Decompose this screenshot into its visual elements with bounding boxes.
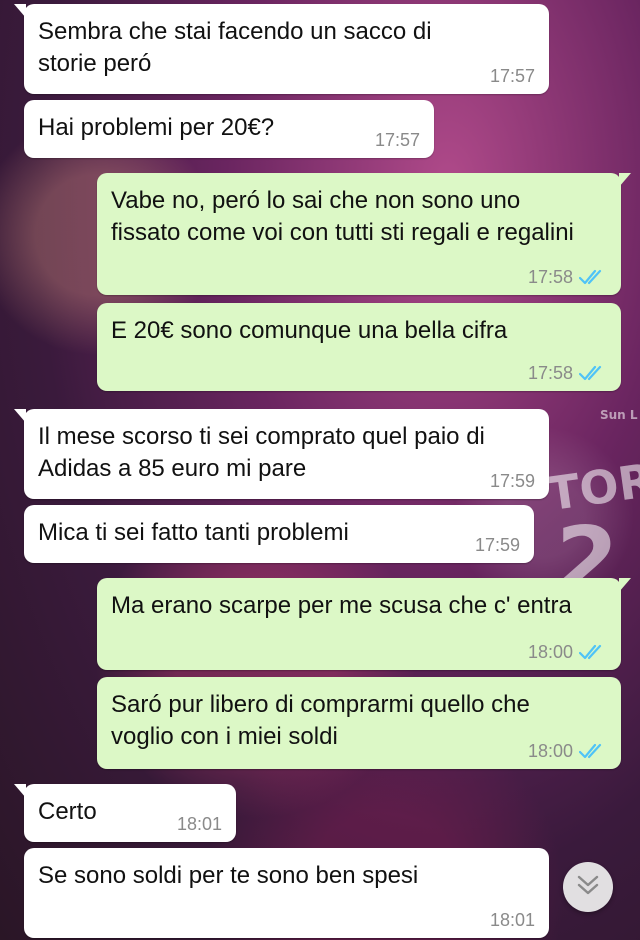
message-meta: 18:01 [177,814,222,834]
incoming-message[interactable]: Se sono soldi per te sono ben spesi 18:0… [24,848,549,938]
message-time: 17:59 [489,471,535,491]
incoming-message[interactable]: Hai problemi per 20€? 17:57 [24,100,434,158]
incoming-message[interactable]: Certo 18:01 [14,784,236,842]
incoming-message[interactable]: Il mese scorso ti sei comprato quel paio… [14,409,549,499]
message-text: Mica ti sei fatto tanti problemi [38,519,349,546]
outgoing-message[interactable]: Ma erano scarpe per me scusa che c' entr… [97,578,631,670]
message-text: Il mese scorso ti sei comprato quel paio… [38,423,485,482]
outgoing-message[interactable]: E 20€ sono comunque una bella cifra 17:5… [97,303,621,391]
message-time: 17:58 [527,267,573,287]
message-time: 18:00 [527,642,573,662]
outgoing-message[interactable]: Vabe no, peró lo sai che non sono uno fi… [97,173,631,295]
message-time: 17:58 [527,363,573,383]
message-meta: 18:00 [528,741,607,761]
message-meta: 17:59 [490,471,535,491]
message-text: Vabe no, peró lo sai che non sono uno fi… [111,187,574,246]
message-time: 17:59 [474,535,520,555]
message-meta: 18:00 [528,642,607,662]
message-meta: 17:57 [375,130,420,150]
double-chevron-down-icon [575,874,601,901]
message-time: 17:57 [489,66,535,86]
message-time: 18:01 [489,910,535,930]
message-time: 18:01 [176,814,222,834]
message-time: 18:00 [527,741,573,761]
incoming-message[interactable]: Mica ti sei fatto tanti problemi 17:59 [24,505,534,563]
message-meta: 17:58 [528,267,607,287]
read-receipt-icon [579,643,607,661]
message-text: E 20€ sono comunque una bella cifra [111,317,508,344]
scroll-to-bottom-button[interactable] [563,862,613,912]
message-text: Ma erano scarpe per me scusa che c' entr… [111,592,572,619]
message-text: Se sono soldi per te sono ben spesi [38,862,419,889]
message-text: Sembra che stai facendo un sacco di stor… [38,18,432,77]
read-receipt-icon [579,268,607,286]
wallpaper-text-sponsor: Sun L [600,408,638,422]
outgoing-message[interactable]: Saró pur libero di comprarmi quello che … [97,677,621,769]
message-text: Hai problemi per 20€? [38,114,275,141]
message-meta: 17:59 [475,535,520,555]
incoming-message[interactable]: Sembra che stai facendo un sacco di stor… [14,4,549,94]
read-receipt-icon [579,742,607,760]
message-meta: 17:58 [528,363,607,383]
message-meta: 17:57 [490,66,535,86]
message-time: 17:57 [374,130,420,150]
read-receipt-icon [579,364,607,382]
message-meta: 18:01 [490,910,535,930]
